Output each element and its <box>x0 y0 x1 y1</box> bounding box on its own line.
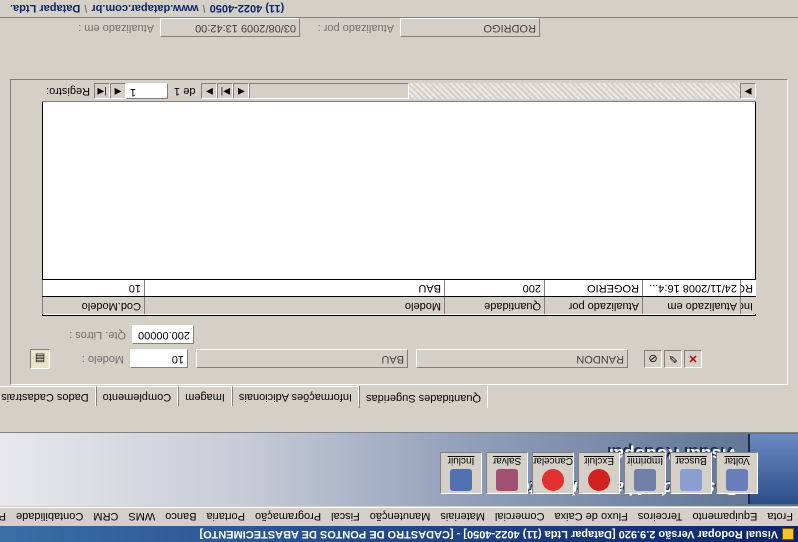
menu-item-terceiros[interactable]: Terceiros <box>633 511 688 523</box>
tab-quantidades-sugeridas[interactable]: Quantidades Sugeridas <box>359 386 488 408</box>
updated-at-field: 03/08/2009 13:42:00 <box>160 18 300 37</box>
cell-modelo[interactable]: BAU <box>144 280 444 296</box>
footer-company: Datapar Ltda. <box>10 2 81 15</box>
menu-item-fluxo-de-caixa[interactable]: Fluxo de Caixa <box>549 511 632 523</box>
menu-item-portaria[interactable]: Portaria <box>201 511 250 523</box>
menu-item-frota[interactable]: Frota <box>762 511 798 523</box>
record-count: de 1 <box>174 85 196 98</box>
footer-phone: (11) 4022-4050 <box>209 2 285 15</box>
prev-record-button[interactable]: ◀ <box>110 83 127 100</box>
last-record-button[interactable]: ▶| <box>217 83 234 100</box>
add-button[interactable]: Incluir <box>440 452 482 494</box>
col-cod-modelo[interactable]: Cod.Modelo <box>42 297 144 314</box>
menu-item-programacao[interactable]: Programação <box>250 511 326 523</box>
menu-item-comercial[interactable]: Comercial <box>490 511 550 523</box>
liters-input[interactable]: 200.00000 <box>132 325 194 344</box>
col-quantidade[interactable]: Quantidade <box>444 297 544 314</box>
liters-label: Qte. Litros : <box>69 329 126 341</box>
add-icon <box>450 469 472 491</box>
print-button[interactable]: Imprimir <box>624 452 666 494</box>
scroll-left-button[interactable]: ◀ <box>233 83 250 100</box>
lookup-icon[interactable]: ⊘ <box>644 350 662 368</box>
col-modelo[interactable]: Modelo <box>144 297 444 314</box>
tab-informacoes-adicionais[interactable]: Informações Adicionais <box>231 386 360 406</box>
status-bar: Datapar Ltda. \ www.datapar.com.br \ (11… <box>0 0 798 18</box>
updated-at-label: Atualizado em : <box>78 22 154 34</box>
col-inc[interactable]: Inc <box>740 297 756 314</box>
module-banner: Postos de Abastecimento Visual Rodopar V… <box>0 432 798 506</box>
model-code-input[interactable]: 10 <box>130 349 188 368</box>
record-navigator: Registro: |◀ ◀ 1 de 1 ▶ ▶| ◀ ▶ <box>42 82 756 102</box>
tab-complemento[interactable]: Complemento <box>95 386 179 406</box>
menu-item-equipamento[interactable]: Equipamento <box>687 511 762 523</box>
memo-icon[interactable]: ▤ <box>30 349 50 369</box>
col-atualizado-em[interactable]: Atualizado em <box>642 297 740 314</box>
model-label: Modelo : <box>81 353 124 365</box>
rotated-window: Visual Rodopar Versão 2.9.920 [Datapar L… <box>0 0 798 542</box>
menu-item-materiais[interactable]: Materiais <box>435 511 490 523</box>
footer-site[interactable]: www.datapar.com.br <box>91 3 198 15</box>
scrollbar-thumb[interactable] <box>249 83 410 100</box>
scrollbar-track[interactable] <box>409 83 740 100</box>
model-name-field: BAU <box>196 349 408 368</box>
delete-button[interactable]: Excluir <box>578 452 620 494</box>
updated-by-field: RODRIGO <box>400 18 540 37</box>
cell-quantidade[interactable]: 200 <box>444 280 544 296</box>
cell-atualizado-em[interactable]: 24/11/2008 16:4... <box>642 280 740 296</box>
model-brand-field: RANDON <box>416 349 628 368</box>
tab-imagem[interactable]: Imagem <box>178 386 232 406</box>
navigator-label: Registro: <box>46 85 91 98</box>
toolbar: Voltar Buscar Imprimir Excluir Cancelar … <box>440 452 758 494</box>
footer-separator: \ <box>84 2 88 15</box>
col-atualizado-por[interactable]: Atualizado por <box>544 297 642 314</box>
menu-bar: Frota Equipamento Terceiros Fluxo de Cai… <box>0 507 798 525</box>
delete-icon <box>588 469 610 491</box>
menu-item-fiscal[interactable]: Fiscal <box>326 511 365 523</box>
save-button[interactable]: Salvar <box>486 452 528 494</box>
menu-item-crm[interactable]: CRM <box>88 511 123 523</box>
app-icon <box>782 528 794 540</box>
edit-icon[interactable]: ✎ <box>664 350 682 368</box>
menu-item-manutencao[interactable]: Manutenção <box>365 511 436 523</box>
print-icon <box>634 469 656 491</box>
tab-strip: Dados Cadastrais Complemento Imagem Info… <box>0 384 488 408</box>
back-button[interactable]: Voltar <box>716 452 758 494</box>
record-number-input[interactable]: 1 <box>126 83 169 100</box>
search-icon <box>680 469 702 491</box>
next-record-button[interactable]: ▶ <box>201 83 218 100</box>
first-record-button[interactable]: |◀ <box>94 83 111 100</box>
menu-item-banco[interactable]: Banco <box>160 511 201 523</box>
cell-cod-modelo[interactable]: 10 <box>42 280 144 296</box>
clear-icon[interactable]: ✕ <box>684 350 702 368</box>
title-bar: Visual Rodopar Versão 2.9.920 [Datapar L… <box>0 526 798 542</box>
search-button[interactable]: Buscar <box>670 452 712 494</box>
menu-item-wms[interactable]: WMS <box>123 511 160 523</box>
back-icon <box>726 469 748 491</box>
cancel-icon <box>542 469 564 491</box>
model-actions: ✕ ✎ ⊘ <box>642 348 702 368</box>
save-icon <box>496 469 518 491</box>
cell-atualizado-por[interactable]: ROGERIO <box>544 280 642 296</box>
cancel-button[interactable]: Cancelar <box>532 452 574 494</box>
window-title: Visual Rodopar Versão 2.9.920 [Datapar L… <box>199 528 778 540</box>
footer-separator: \ <box>202 2 206 15</box>
table-row[interactable]: 10 BAU 200 ROGERIO 24/11/2008 16:4... RO <box>42 279 756 297</box>
scroll-right-button[interactable]: ▶ <box>740 83 756 100</box>
updated-by-label: Atualizado por : <box>317 22 394 34</box>
cell-inc[interactable]: RO <box>740 280 756 296</box>
grid-header: Cod.Modelo Modelo Quantidade Atualizado … <box>42 297 756 314</box>
menu-item-contabilidade[interactable]: Contabilidade <box>11 511 88 523</box>
menu-item-more[interactable]: P <box>0 511 11 523</box>
tab-dados-cadastrais[interactable]: Dados Cadastrais <box>0 386 96 406</box>
